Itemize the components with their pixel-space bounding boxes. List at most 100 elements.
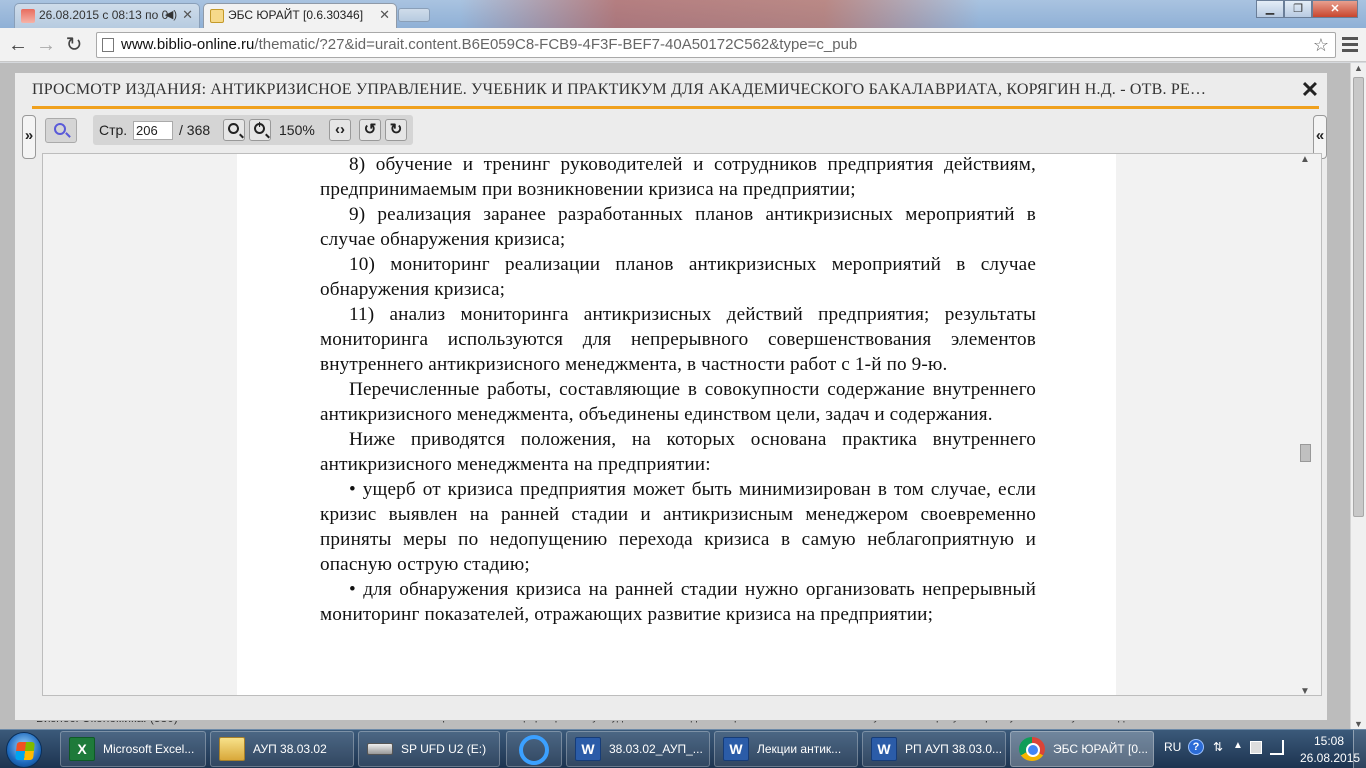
paragraph-summary: Перечисленные работы, составляющие в сов… (320, 379, 1036, 425)
rotate-right-button[interactable]: ↻ (385, 119, 407, 141)
taskbar-item-chrome[interactable]: ЭБС ЮРАЙТ [0... (1010, 731, 1154, 767)
help-icon[interactable]: ? (1188, 739, 1204, 755)
zoom-level: 150% (279, 122, 315, 138)
usb-drive-icon (367, 743, 393, 755)
browser-title-bar: 26.08.2015 с 08:13 по 0 ◀) ✕ ЭБС ЮРАЙТ [… (0, 0, 1366, 28)
taskbar-item-label: Microsoft Excel... (103, 742, 195, 756)
paragraph-item-8: 8) обучение и тренинг руководителей и со… (320, 154, 1036, 200)
book-page: 8) обучение и тренинг руководителей и со… (237, 154, 1116, 695)
taskbar-item-word-1[interactable]: W 38.03.02_АУП_... (566, 731, 710, 767)
forward-arrow-icon[interactable]: → (34, 33, 58, 57)
taskbar-item-folder[interactable]: АУП 38.03.02 (210, 731, 354, 767)
fit-width-button[interactable]: ‹› (329, 119, 351, 141)
taskbar-item-label: 38.03.02_АУП_... (609, 742, 703, 756)
search-button[interactable] (45, 118, 77, 143)
system-tray: RU ? ⇅ ▲ 15:08 26.08.2015 (1156, 730, 1366, 768)
word-icon: W (575, 737, 601, 761)
viewer-title: ПРОСМОТР ИЗДАНИЯ: АНТИКРИЗИСНОЕ УПРАВЛЕН… (32, 81, 1207, 98)
tab-title: ЭБС ЮРАЙТ [0.6.30346] (228, 8, 364, 22)
rotate-left-button[interactable]: ↺ (359, 119, 381, 141)
taskbar-item-label: SP UFD U2 (E:) (401, 742, 487, 756)
paragraph-item-9: 9) реализация заранее разработанных план… (320, 204, 1036, 250)
tab-close-icon[interactable]: ✕ (182, 4, 193, 26)
browser-toolbar: ← → ↻ www.biblio-online.ru/thematic/?27&… (0, 28, 1366, 62)
bullet-item-damage: • ущерб от кризиса предприятия может быт… (320, 479, 1036, 575)
taskbar-item-label: Лекции антик... (757, 742, 842, 756)
paragraph-item-10: 10) мониторинг реализации планов антикри… (320, 254, 1036, 300)
zoom-in-icon: + (254, 121, 265, 134)
show-hidden-icons-icon[interactable]: ▲ (1233, 740, 1243, 751)
close-viewer-icon[interactable]: ✕ (1299, 77, 1321, 103)
expand-left-panel-button[interactable]: » (22, 115, 36, 159)
windows-logo-icon (15, 742, 35, 760)
page-scrollbar[interactable]: ▲ ▼ (1350, 63, 1366, 729)
clock-time[interactable]: 15:08 (1314, 734, 1344, 748)
reload-icon[interactable]: ↻ (62, 33, 86, 57)
action-center-flag-icon[interactable] (1250, 741, 1262, 754)
rotate-left-icon: ↺ (363, 121, 377, 138)
tab-title: 26.08.2015 с 08:13 по 0 (39, 8, 169, 22)
zoom-in-button[interactable]: + (249, 119, 271, 141)
page-label: Стр. (99, 122, 128, 138)
start-button[interactable] (6, 732, 42, 768)
taskbar-item-label: АУП 38.03.02 (253, 742, 327, 756)
scroll-down-arrow-icon[interactable]: ▼ (1354, 719, 1363, 729)
windows-taskbar: X Microsoft Excel... АУП 38.03.02 SP UFD… (0, 729, 1366, 768)
word-icon: W (871, 737, 897, 761)
word-icon: W (723, 737, 749, 761)
internet-explorer-icon (519, 735, 549, 765)
fit-width-icon: ‹› (335, 121, 345, 138)
address-bar[interactable]: www.biblio-online.ru/thematic/?27&id=ura… (96, 32, 1336, 58)
page-text: 8) обучение и тренинг руководителей и со… (320, 154, 1036, 627)
zoom-out-button[interactable]: − (223, 119, 245, 141)
doc-scroll-up-icon[interactable]: ▲ (1300, 154, 1310, 165)
excel-icon: X (69, 737, 95, 761)
tab-favicon-icon (210, 9, 224, 23)
network-icon[interactable]: ⇅ (1213, 740, 1223, 754)
folder-icon (219, 737, 245, 761)
taskbar-item-label: РП АУП 38.03.0... (905, 742, 1003, 756)
back-arrow-icon[interactable]: ← (6, 33, 30, 57)
maximize-button[interactable]: ❐ (1284, 0, 1312, 18)
page-scroll-thumb[interactable] (1353, 77, 1364, 517)
close-window-button[interactable]: ✕ (1312, 0, 1358, 18)
taskbar-item-label: ЭБС ЮРАЙТ [0... (1053, 742, 1148, 756)
minimize-button[interactable]: ▁ (1256, 0, 1284, 18)
show-desktop-button[interactable] (1353, 730, 1366, 768)
paragraph-intro: Ниже приводятся положения, на которых ос… (320, 429, 1036, 475)
title-divider (32, 106, 1319, 109)
viewer-controls: Стр. / 368 − + 150% ‹› ↺ ↻ (93, 115, 413, 145)
new-tab-button[interactable] (398, 8, 430, 22)
tab-schedule[interactable]: 26.08.2015 с 08:13 по 0 ◀) ✕ (14, 3, 200, 28)
taskbar-item-word-3[interactable]: W РП АУП 38.03.0... (862, 731, 1006, 767)
taskbar-item-usb[interactable]: SP UFD U2 (E:) (358, 731, 500, 767)
bookmark-star-icon[interactable]: ☆ (1313, 33, 1329, 57)
clock-date[interactable]: 26.08.2015 (1300, 751, 1360, 765)
url-path: /thematic/?27&id=urait.content.B6E059C8-… (254, 36, 858, 53)
zoom-out-icon: − (228, 121, 239, 134)
document-scrollbar[interactable]: ▲ ▼ (1291, 154, 1321, 695)
signal-icon[interactable] (1270, 740, 1284, 755)
document-view[interactable]: 8) обучение и тренинг руководителей и со… (42, 153, 1322, 696)
chrome-icon (1019, 737, 1045, 761)
publication-viewer: ПРОСМОТР ИЗДАНИЯ: АНТИКРИЗИСНОЕ УПРАВЛЕН… (14, 72, 1328, 721)
doc-scroll-thumb[interactable] (1300, 444, 1311, 462)
taskbar-item-word-2[interactable]: W Лекции антик... (714, 731, 858, 767)
paragraph-item-11: 11) анализ мониторинга антикризисных дей… (320, 304, 1036, 375)
taskbar-item-ie[interactable] (506, 731, 562, 767)
chrome-menu-icon[interactable] (1340, 34, 1360, 56)
tab-favicon-icon (21, 9, 35, 23)
language-indicator[interactable]: RU (1164, 740, 1181, 754)
rotate-right-icon: ↻ (389, 121, 403, 138)
tab-urait[interactable]: ЭБС ЮРАЙТ [0.6.30346] ✕ (203, 3, 397, 28)
window-controls: ▁ ❐ ✕ (1256, 0, 1358, 18)
tab-close-icon[interactable]: ✕ (379, 4, 390, 26)
bullet-item-monitoring: • для обнаружения кризиса на ранней стад… (320, 579, 1036, 625)
scroll-up-arrow-icon[interactable]: ▲ (1354, 63, 1363, 73)
doc-scroll-down-icon[interactable]: ▼ (1300, 686, 1310, 695)
taskbar-item-excel[interactable]: X Microsoft Excel... (60, 731, 206, 767)
url-domain: www.biblio-online.ru (121, 36, 255, 53)
page-icon (102, 38, 114, 52)
page-number-input[interactable] (133, 121, 173, 140)
title-bar-glow (460, 0, 980, 28)
